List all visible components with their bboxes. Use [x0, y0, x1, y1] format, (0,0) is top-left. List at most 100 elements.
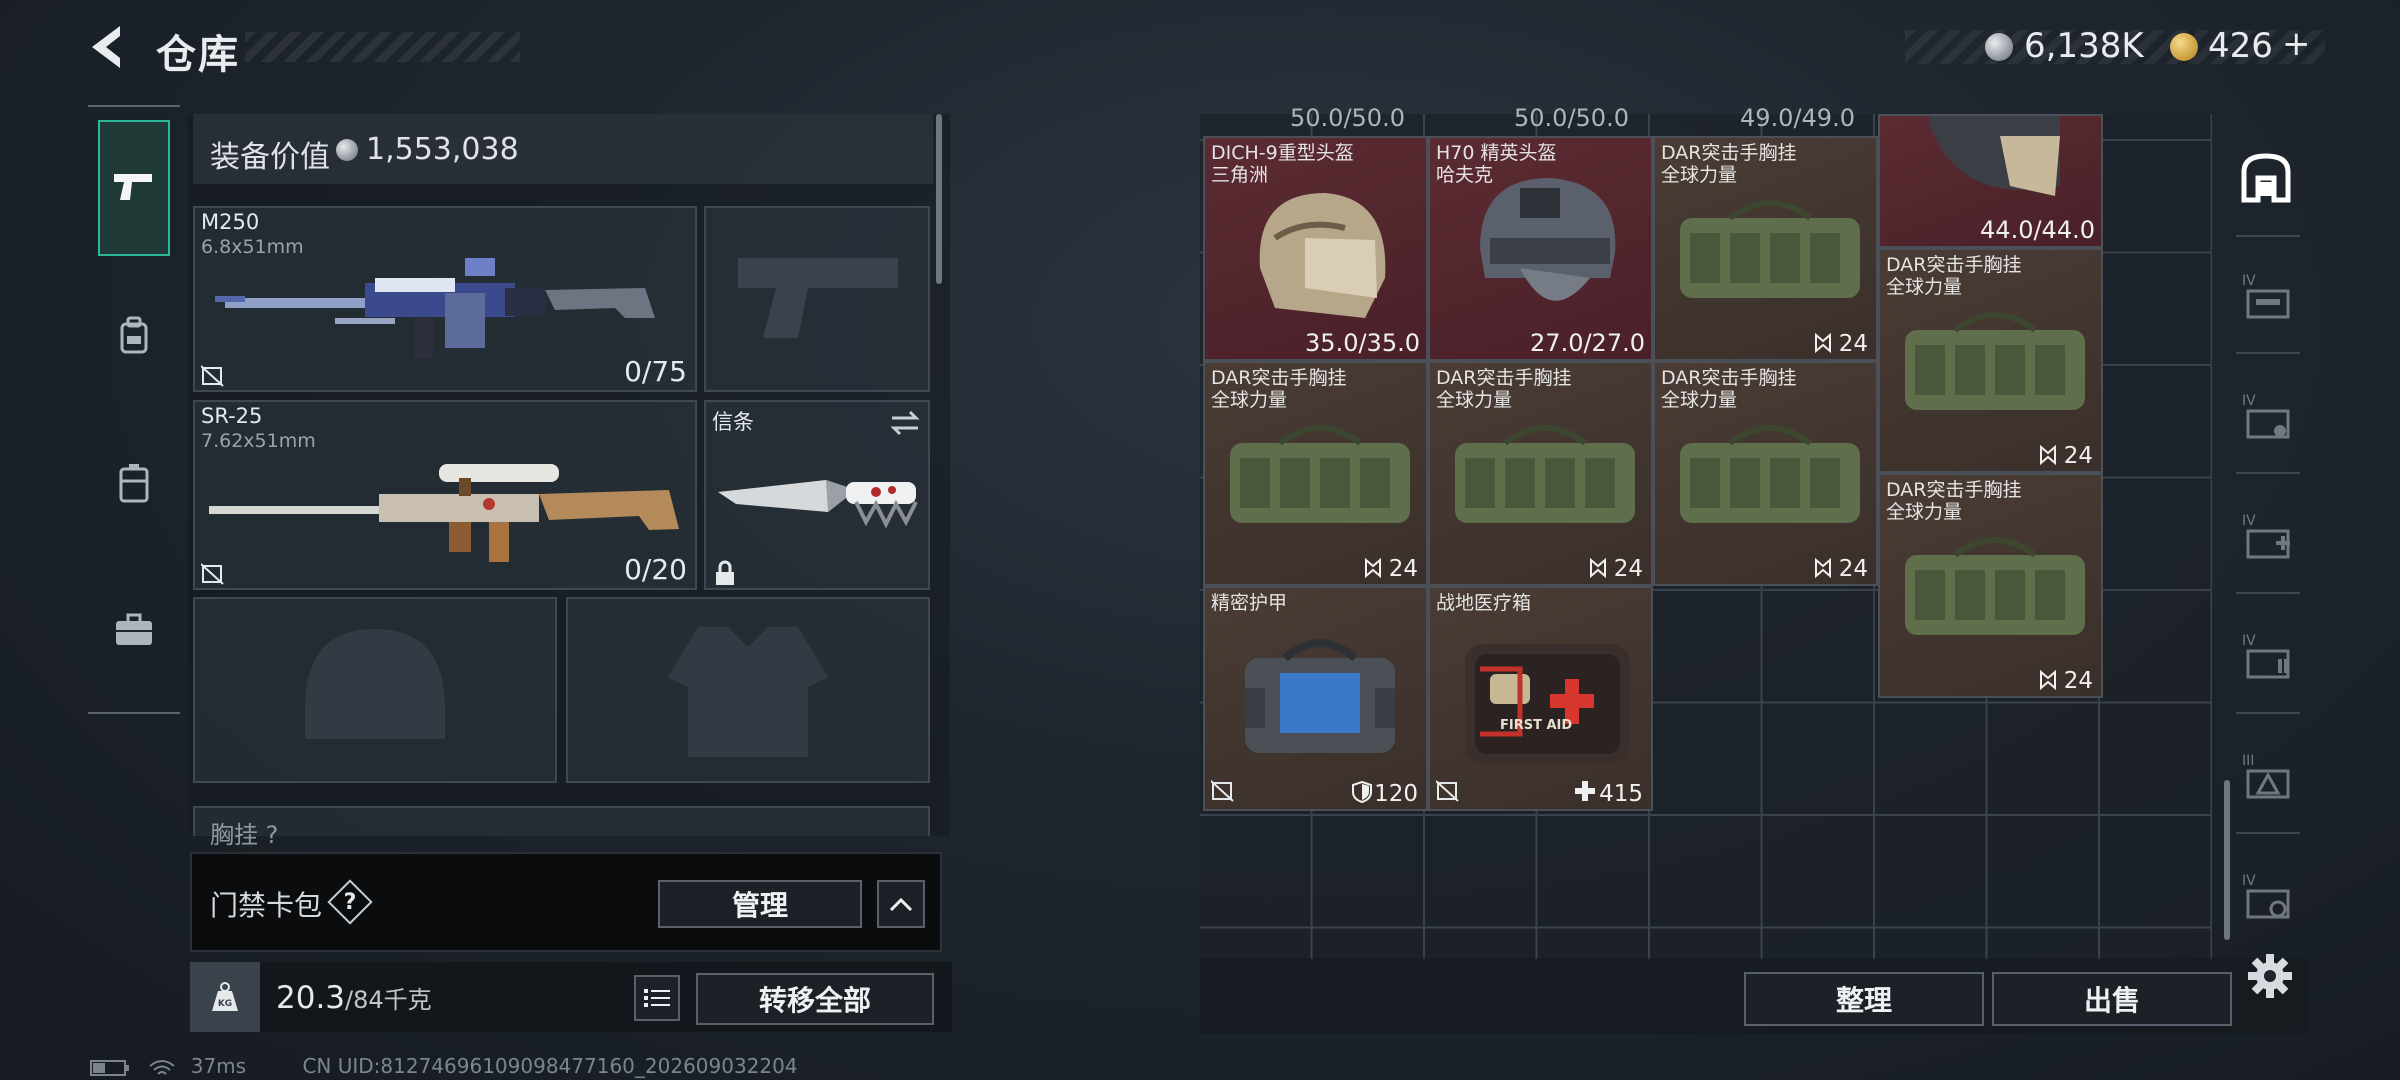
- item-durability: 49.0/49.0: [1740, 104, 1855, 132]
- wallet-label: 门禁卡包: [210, 889, 323, 922]
- secondary-weapon-slot[interactable]: SR-25 7.62x51mm 0/20: [193, 400, 697, 590]
- inventory-item[interactable]: DAR突击手胸挂 全球力量 24: [1653, 361, 1878, 586]
- primary-weapon-slot[interactable]: M250 6.8x51mm 0/75: [193, 206, 697, 392]
- helmet-slot[interactable]: [193, 597, 557, 783]
- svg-text:KG: KG: [218, 999, 232, 1009]
- item-durability: 50.0/50.0: [1290, 104, 1405, 132]
- chest-rig-slot[interactable]: [193, 806, 930, 836]
- chest-rig-image: [1680, 200, 1860, 298]
- inventory-item[interactable]: DAR突击手胸挂 全球力量 24: [1653, 136, 1878, 361]
- inventory-item[interactable]: DAR突击手胸挂 全球力量 24: [1428, 361, 1653, 586]
- sniper-rifle-image: [209, 464, 679, 562]
- item-capacity: 24: [2063, 443, 2093, 469]
- collapse-button[interactable]: [877, 880, 925, 928]
- kg-weight-icon: KG: [212, 982, 238, 1011]
- swap-icon[interactable]: [890, 410, 920, 436]
- tab-weapons[interactable]: [98, 120, 170, 256]
- back-arrow-icon[interactable]: [84, 22, 134, 72]
- add-currency-button[interactable]: +: [2282, 24, 2311, 64]
- no-insure-icon: [201, 563, 224, 585]
- svg-text:IV: IV: [2242, 633, 2256, 649]
- equipment-scrollbar[interactable]: [936, 114, 942, 284]
- item-name: DAR突击手胸挂: [1436, 367, 1572, 389]
- inventory-item[interactable]: 战地医疗箱 FIRST AID 415: [1428, 586, 1653, 811]
- no-insure-icon: [201, 365, 224, 387]
- stash-ammo-icon[interactable]: IV: [2236, 625, 2300, 689]
- armor-placeholder-icon: [668, 627, 828, 757]
- armor-slot[interactable]: [566, 597, 930, 783]
- manage-button[interactable]: 管理: [658, 880, 862, 928]
- item-name: DAR突击手胸挂: [1661, 142, 1797, 164]
- uid-text: CN UID:81274696109098477160_202609032204: [302, 1054, 798, 1078]
- inventory-item[interactable]: DICH-9重型头盔 三角洲 35.0/35.0: [1203, 136, 1428, 361]
- tab-container[interactable]: [98, 447, 170, 519]
- container-icon: [119, 464, 149, 503]
- item-name: 战地医疗箱: [1436, 592, 1532, 614]
- inventory-scrollbar[interactable]: [2224, 780, 2230, 940]
- item-capacity: 24: [1613, 556, 1643, 582]
- weapon-name: SR-25: [201, 404, 263, 428]
- pistol-icon: [114, 174, 152, 200]
- divider: [2236, 832, 2300, 834]
- inventory-item[interactable]: DAR突击手胸挂 全球力量 24: [1203, 361, 1428, 586]
- pistol-slot[interactable]: [704, 206, 930, 392]
- inventory-item[interactable]: 精密护甲 120: [1203, 586, 1428, 811]
- lock-icon: [716, 560, 734, 585]
- inventory-item[interactable]: 44.0/44.0: [1878, 114, 2103, 248]
- inventory-item[interactable]: DAR突击手胸挂 全球力量 24: [1878, 473, 2103, 698]
- item-name: DAR突击手胸挂: [1886, 254, 2022, 276]
- helmet-image: [1930, 116, 2060, 196]
- divider: [2236, 712, 2300, 714]
- helmet-placeholder-icon: [305, 629, 445, 739]
- item-name: DAR突击手胸挂: [1211, 367, 1347, 389]
- inventory-item[interactable]: H70 精英头盔 哈夫克 27.0/27.0: [1428, 136, 1653, 361]
- help-icon[interactable]: ?: [334, 886, 366, 918]
- stash-special-icon[interactable]: IV: [2236, 865, 2300, 929]
- chest-rig-image: [1455, 425, 1635, 523]
- tab-case[interactable]: [98, 594, 170, 666]
- divider: [2236, 235, 2300, 237]
- divider: [2236, 592, 2300, 594]
- storage-icon[interactable]: [2234, 146, 2298, 210]
- sort-button[interactable]: 整理: [1744, 972, 1984, 1026]
- svg-text:FIRST AID: FIRST AID: [1500, 718, 1572, 733]
- stash-gear-icon[interactable]: III: [2236, 745, 2300, 809]
- item-name: DAR突击手胸挂: [1886, 479, 2022, 501]
- weapon-ammo-count: 0/75: [624, 355, 687, 388]
- item-name: DAR突击手胸挂: [1661, 367, 1797, 389]
- divider: [2236, 472, 2300, 474]
- svg-text:IV: IV: [2242, 873, 2256, 889]
- current-weight: 20.3: [276, 980, 346, 1016]
- settings-icon[interactable]: [2246, 952, 2294, 1000]
- weight-readout: 20.3/84千克: [276, 980, 432, 1016]
- status-line: 37ms CN UID:81274696109098477160_2026090…: [90, 1054, 798, 1078]
- chest-rig-image: [1905, 312, 2085, 410]
- item-capacity: 24: [1838, 556, 1868, 582]
- stash-keys-icon[interactable]: IV: [2236, 385, 2300, 449]
- heavy-helmet-image: [1259, 193, 1386, 318]
- capacity-icon: [2040, 445, 2056, 465]
- melee-slot[interactable]: 信条: [704, 400, 930, 590]
- item-capacity: 24: [1838, 331, 1868, 357]
- list-view-button[interactable]: [634, 975, 680, 1021]
- tab-backpack[interactable]: [98, 300, 170, 372]
- machine-gun-image: [215, 258, 655, 358]
- backpack-icon: [120, 316, 148, 354]
- page-title: 仓库: [156, 32, 240, 78]
- sell-button[interactable]: 出售: [1992, 972, 2232, 1026]
- elite-helmet-image: [1480, 178, 1616, 301]
- chest-rig-image: [1230, 425, 1410, 523]
- item-name: DICH-9重型头盔: [1211, 142, 1354, 164]
- stash-medical-icon[interactable]: IV: [2236, 505, 2300, 569]
- inventory-item[interactable]: DAR突击手胸挂 全球力量 24: [1878, 248, 2103, 473]
- silver-coin-icon: [336, 139, 358, 161]
- svg-text:III: III: [2242, 753, 2254, 769]
- briefcase-icon: [116, 613, 152, 645]
- medical-kit-image: FIRST AID: [1465, 644, 1630, 764]
- item-durability: 27.0/27.0: [1530, 329, 1645, 357]
- transfer-all-button[interactable]: 转移全部: [696, 973, 934, 1025]
- battery-icon: [90, 1059, 129, 1076]
- heal-plus-icon: [1575, 781, 1595, 801]
- capacity-icon: [1815, 333, 1831, 353]
- stash-weapons-icon[interactable]: IV: [2236, 265, 2300, 329]
